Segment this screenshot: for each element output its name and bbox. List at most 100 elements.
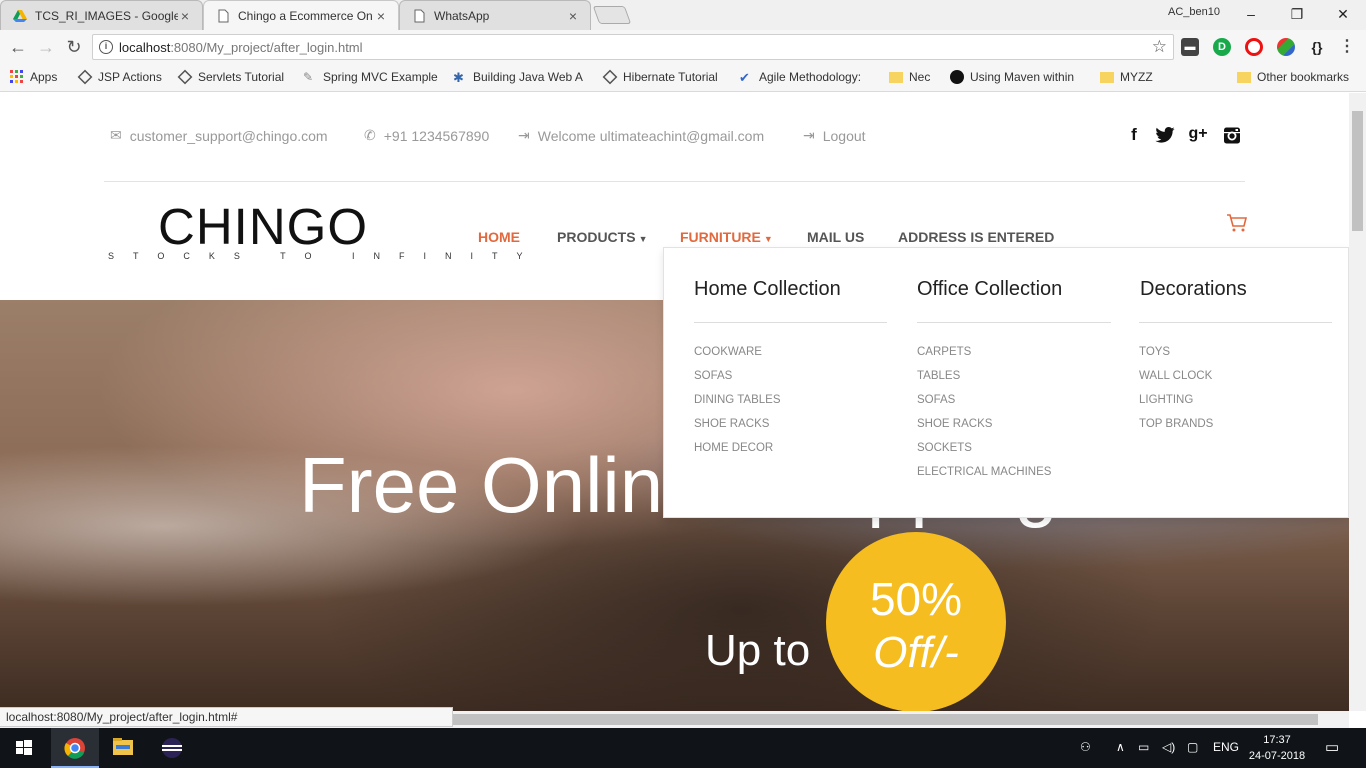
page-icon xyxy=(218,9,229,22)
profile-name[interactable]: AC_ben10 xyxy=(1168,6,1220,18)
dropdown-link[interactable]: ELECTRICAL MACHINES xyxy=(917,466,1051,478)
dropdown-link[interactable]: SOFAS xyxy=(694,370,732,382)
bookmark-nec[interactable]: Nec xyxy=(889,70,930,84)
tab-whatsapp[interactable]: WhatsApp × xyxy=(399,0,591,30)
new-tab-button[interactable] xyxy=(592,6,632,24)
twitter-icon[interactable] xyxy=(1155,127,1175,143)
window-close-icon[interactable]: ✕ xyxy=(1333,4,1353,24)
diamond-icon xyxy=(77,69,93,85)
network-icon[interactable]: ▢ xyxy=(1187,740,1198,754)
divider xyxy=(1139,322,1332,323)
bookmark-jsp-actions[interactable]: JSP Actions xyxy=(77,69,162,85)
support-phone[interactable]: ✆ +91 1234567890 xyxy=(364,127,489,144)
dropdown-link[interactable]: SHOE RACKS xyxy=(917,418,992,430)
bookmark-building-java[interactable]: ✱ Building Java Web A xyxy=(453,70,583,85)
language-indicator[interactable]: ENG xyxy=(1213,740,1239,754)
chrome-icon[interactable] xyxy=(51,728,99,768)
url-text[interactable]: localhost:8080/My_project/after_login.ht… xyxy=(119,40,363,55)
minimize-icon[interactable]: – xyxy=(1241,4,1261,24)
dropdown-link[interactable]: WALL CLOCK xyxy=(1139,370,1212,382)
dropdown-link[interactable]: LIGHTING xyxy=(1139,394,1193,406)
dropdown-link[interactable]: SOFAS xyxy=(917,394,955,406)
bookmark-hibernate[interactable]: Hibernate Tutorial xyxy=(602,69,718,85)
close-icon[interactable]: × xyxy=(566,8,580,24)
caret-down-icon: ▼ xyxy=(763,234,773,244)
info-icon[interactable]: i xyxy=(99,40,113,54)
google-plus-icon[interactable]: g+ xyxy=(1188,125,1208,143)
dropdown-link[interactable]: CARPETS xyxy=(917,346,971,358)
dropdown-link[interactable]: DINING TABLES xyxy=(694,394,781,406)
system-clock[interactable]: 17:37 24-07-2018 xyxy=(1244,732,1310,764)
nav-mail-us[interactable]: MAIL US xyxy=(807,229,864,245)
nav-furniture[interactable]: FURNITURE ▼ xyxy=(680,229,773,245)
bookmark-myzz[interactable]: MYZZ xyxy=(1100,70,1153,84)
divider xyxy=(917,322,1111,323)
menu-icon[interactable]: ⋮ xyxy=(1338,38,1356,56)
opera-icon[interactable] xyxy=(1245,38,1263,56)
vertical-scrollbar[interactable] xyxy=(1349,93,1366,711)
dropdown-heading: Decorations xyxy=(1140,278,1247,300)
caret-down-icon: ▼ xyxy=(638,234,648,244)
dropdown-link[interactable]: SOCKETS xyxy=(917,442,972,454)
dropdown-heading: Home Collection xyxy=(694,278,841,300)
instagram-icon[interactable] xyxy=(1222,127,1242,144)
dropdown-link[interactable]: SHOE RACKS xyxy=(694,418,769,430)
logout-link[interactable]: ⇥ Logout xyxy=(803,127,866,144)
web-page: ✉ customer_support@chingo.com ✆ +91 1234… xyxy=(0,93,1349,711)
notifications-icon[interactable]: ▭ xyxy=(1325,738,1339,756)
extension-globe-icon[interactable] xyxy=(1277,38,1295,56)
people-icon[interactable]: ⚇ xyxy=(1080,740,1091,754)
facebook-icon[interactable]: f xyxy=(1124,125,1144,145)
folder-icon xyxy=(889,71,903,83)
bookmark-star-icon[interactable]: ☆ xyxy=(1152,37,1167,57)
address-bar[interactable]: i localhost:8080/My_project/after_login.… xyxy=(92,34,1174,60)
welcome-user[interactable]: ⇥ Welcome ultimateachint@gmail.com xyxy=(518,127,764,144)
apps-grid-icon xyxy=(10,70,23,83)
bookmark-maven[interactable]: Using Maven within xyxy=(950,70,1074,84)
bookmark-apps[interactable]: Apps xyxy=(10,70,57,84)
dropdown-link[interactable]: TOP BRANDS xyxy=(1139,418,1213,430)
restore-icon[interactable]: ❐ xyxy=(1287,4,1307,24)
windows-start-icon[interactable] xyxy=(0,728,48,768)
extension-green-icon[interactable]: D xyxy=(1213,38,1231,56)
bookmark-other[interactable]: Other bookmarks xyxy=(1237,70,1349,84)
nav-home[interactable]: HOME xyxy=(478,229,520,245)
extension-menu-icon[interactable]: ▬ xyxy=(1181,38,1199,56)
nav-products[interactable]: PRODUCTS ▼ xyxy=(557,229,647,245)
bookmark-spring-mvc[interactable]: ✎ Spring MVC Example xyxy=(303,70,438,84)
site-tagline: STOCKS TO INFINITY xyxy=(108,251,542,261)
bookmark-servlets[interactable]: Servlets Tutorial xyxy=(177,69,284,85)
bookmark-agile[interactable]: ✔ Agile Methodology: xyxy=(739,70,861,85)
dropdown-link[interactable]: TOYS xyxy=(1139,346,1170,358)
battery-icon[interactable]: ▭ xyxy=(1138,740,1149,754)
folder-icon xyxy=(1100,71,1114,83)
volume-icon[interactable]: ◁) xyxy=(1162,740,1175,754)
eclipse-icon[interactable] xyxy=(148,728,196,768)
chevron-up-icon[interactable]: ∧ xyxy=(1116,740,1125,754)
json-viewer-icon[interactable]: {} xyxy=(1308,38,1326,56)
nav-address[interactable]: ADDRESS IS ENTERED xyxy=(898,229,1054,245)
cart-icon[interactable] xyxy=(1226,213,1248,233)
tab-title: TCS_RI_IMAGES - Google xyxy=(35,8,178,23)
scroll-thumb[interactable] xyxy=(1352,111,1363,231)
support-email[interactable]: ✉ customer_support@chingo.com xyxy=(110,127,328,144)
phone-icon: ✆ xyxy=(364,127,376,143)
taskbar: ⚇ ∧ ▭ ◁) ▢ ENG 17:37 24-07-2018 ▭ xyxy=(0,728,1366,768)
forward-icon[interactable]: → xyxy=(35,36,57,58)
hero-up-to: Up to xyxy=(705,626,811,675)
file-explorer-icon[interactable] xyxy=(99,728,147,768)
bookmarks-bar: Apps JSP Actions Servlets Tutorial ✎ Spri… xyxy=(0,64,1366,92)
site-logo[interactable]: CHINGO xyxy=(158,197,368,256)
status-bar-url: localhost:8080/My_project/after_login.ht… xyxy=(0,707,453,727)
reload-icon[interactable]: ↻ xyxy=(63,36,85,58)
close-icon[interactable]: × xyxy=(374,8,388,24)
tab-chingo[interactable]: Chingo a Ecommerce On × xyxy=(203,0,399,30)
close-icon[interactable]: × xyxy=(178,8,192,24)
discount-off: Off/- xyxy=(873,628,959,677)
dropdown-link[interactable]: HOME DECOR xyxy=(694,442,773,454)
gear-icon: ✱ xyxy=(453,70,464,85)
tab-tcs-images[interactable]: TCS_RI_IMAGES - Google × xyxy=(0,0,203,30)
dropdown-link[interactable]: COOKWARE xyxy=(694,346,762,358)
back-icon[interactable]: ← xyxy=(7,36,29,58)
dropdown-link[interactable]: TABLES xyxy=(917,370,960,382)
